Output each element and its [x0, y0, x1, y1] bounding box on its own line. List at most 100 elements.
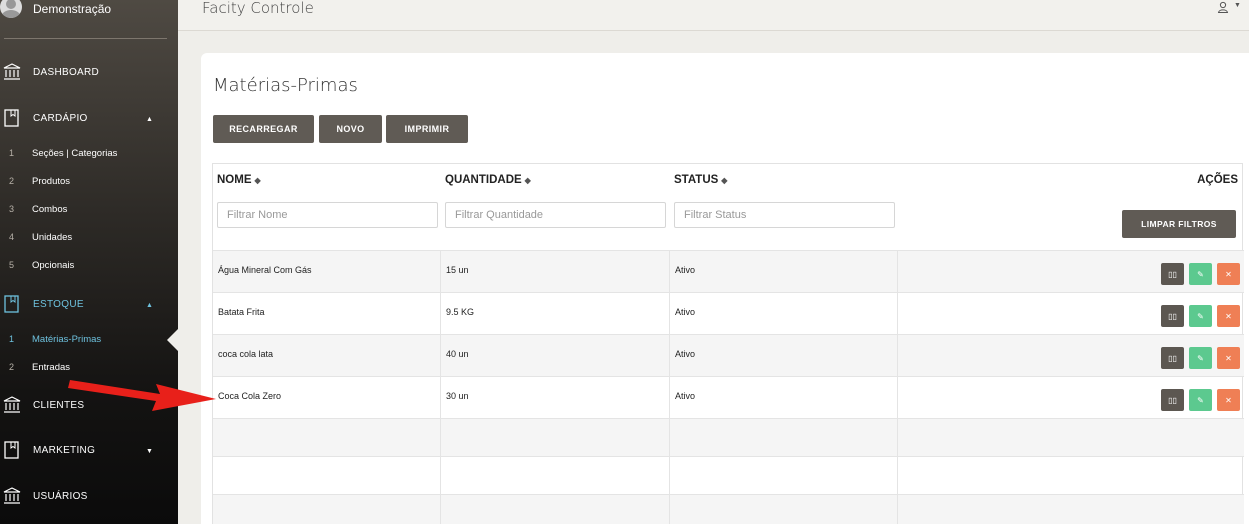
sidebar-subitem-materias-primas[interactable]: 1 Matérias-Primas — [0, 330, 178, 350]
sidebar-item-label: DASHBOARD — [33, 67, 100, 78]
clear-filters-button[interactable]: LIMPAR FILTROS — [1122, 210, 1236, 238]
empty-cell — [898, 457, 1244, 494]
edit-button[interactable]: ✎ — [1189, 305, 1212, 327]
table-row: Água Mineral Com Gás 15 un Ativo ▯▯ ✎ ✕ — [213, 250, 1244, 292]
sidebar-item-estoque[interactable]: ESTOQUE ▲ — [0, 289, 178, 319]
cell-name: Água Mineral Com Gás — [213, 251, 441, 292]
column-header-actions: AÇÕES — [1197, 174, 1238, 186]
empty-row — [213, 494, 1244, 524]
empty-cell — [898, 419, 1244, 456]
user-icon — [1217, 1, 1229, 13]
subitem-number: 3 — [9, 204, 15, 214]
close-icon: ✕ — [1225, 311, 1232, 321]
bank-icon — [3, 487, 21, 504]
sidebar-subitem-produtos[interactable]: 2 Produtos — [0, 172, 178, 192]
cell-actions: ▯▯ ✎ ✕ — [898, 377, 1244, 418]
empty-cell — [670, 495, 898, 524]
column-header-quantity[interactable]: QUANTIDADE ◆ — [445, 174, 531, 186]
sidebar-subitem-secoes[interactable]: 1 Seções | Categorias — [0, 144, 178, 164]
empty-cell — [441, 495, 670, 524]
sidebar-item-marketing[interactable]: MARKETING ▼ — [0, 435, 178, 465]
profile-divider — [4, 38, 167, 39]
user-menu[interactable]: ▼ — [1217, 1, 1241, 15]
columns-icon: ▯▯ — [1168, 395, 1177, 405]
cell-quantity: 40 un — [441, 335, 670, 376]
page-title: Matérias-Primas — [213, 75, 358, 96]
edit-button[interactable]: ✎ — [1189, 263, 1212, 285]
delete-button[interactable]: ✕ — [1217, 263, 1240, 285]
filter-status-input[interactable] — [674, 202, 895, 228]
avatar — [0, 0, 22, 18]
cell-status: Ativo — [670, 251, 898, 292]
chevron-up-icon: ▲ — [146, 116, 153, 123]
filter-quantity-input[interactable] — [445, 202, 666, 228]
column-header-label: QUANTIDADE — [445, 174, 522, 186]
cell-status: Ativo — [670, 335, 898, 376]
subitem-number: 2 — [9, 176, 15, 186]
profile-name: Demonstração — [33, 2, 112, 16]
table-row: coca cola lata 40 un Ativo ▯▯ ✎ ✕ — [213, 334, 1244, 376]
chevron-down-icon: ▼ — [146, 448, 153, 455]
book-icon — [4, 441, 19, 459]
subitem-label: Seções | Categorias — [32, 148, 118, 159]
view-button[interactable]: ▯▯ — [1161, 389, 1184, 411]
sidebar-item-label: MARKETING — [33, 445, 96, 456]
sort-icon: ◆ — [524, 176, 531, 185]
sidebar-item-label: ESTOQUE — [33, 299, 84, 310]
delete-button[interactable]: ✕ — [1217, 389, 1240, 411]
sidebar-subitem-opcionais[interactable]: 5 Opcionais — [0, 256, 178, 276]
materials-table: NOME◆ QUANTIDADE◆ STATUS◆ AÇÕES LIMPAR F… — [212, 163, 1244, 524]
delete-button[interactable]: ✕ — [1217, 347, 1240, 369]
sort-icon: ◆ — [254, 176, 261, 185]
table-row: Batata Frita 9.5 KG Ativo ▯▯ ✎ ✕ — [213, 292, 1244, 334]
sidebar-item-dashboard[interactable]: DASHBOARD — [0, 57, 178, 87]
cell-quantity: 30 un — [441, 377, 670, 418]
edit-button[interactable]: ✎ — [1189, 347, 1212, 369]
columns-icon: ▯▯ — [1168, 311, 1177, 321]
sort-icon: ◆ — [721, 176, 728, 185]
sidebar-subitem-unidades[interactable]: 4 Unidades — [0, 228, 178, 248]
close-icon: ✕ — [1225, 269, 1232, 279]
view-button[interactable]: ▯▯ — [1161, 305, 1184, 327]
column-header-name[interactable]: NOME ◆ — [217, 174, 261, 186]
empty-cell — [441, 419, 670, 456]
cell-quantity: 9.5 KG — [441, 293, 670, 334]
columns-icon: ▯▯ — [1168, 353, 1177, 363]
subitem-label: Matérias-Primas — [32, 334, 102, 345]
subitem-label: Opcionais — [32, 260, 75, 271]
delete-button[interactable]: ✕ — [1217, 305, 1240, 327]
sidebar-item-usuarios[interactable]: USUÁRIOS — [0, 481, 178, 511]
reload-button[interactable]: RECARREGAR — [213, 115, 314, 143]
subitem-number: 1 — [9, 334, 15, 344]
empty-row — [213, 418, 1244, 456]
empty-cell — [670, 419, 898, 456]
empty-cell — [441, 457, 670, 494]
filter-name-input[interactable] — [217, 202, 438, 228]
edit-button[interactable]: ✎ — [1189, 389, 1212, 411]
annotation-arrow — [68, 380, 216, 411]
chevron-up-icon: ▲ — [146, 302, 153, 309]
cell-quantity: 15 un — [441, 251, 670, 292]
empty-row — [213, 456, 1244, 494]
edit-icon: ✎ — [1197, 311, 1204, 321]
new-button[interactable]: NOVO — [319, 115, 382, 143]
empty-cell — [898, 495, 1244, 524]
caret-down-icon: ▼ — [1234, 2, 1241, 9]
column-header-label: STATUS — [674, 174, 719, 186]
sidebar-subitem-combos[interactable]: 3 Combos — [0, 200, 178, 220]
subitem-number: 1 — [9, 148, 15, 158]
view-button[interactable]: ▯▯ — [1161, 347, 1184, 369]
cell-name: Batata Frita — [213, 293, 441, 334]
view-button[interactable]: ▯▯ — [1161, 263, 1184, 285]
cell-name: coca cola lata — [213, 335, 441, 376]
main-card: Matérias-Primas RECARREGAR NOVO IMPRIMIR… — [201, 53, 1249, 524]
subitem-number: 2 — [9, 362, 15, 372]
close-icon: ✕ — [1225, 353, 1232, 363]
edit-icon: ✎ — [1197, 269, 1204, 279]
print-button[interactable]: IMPRIMIR — [386, 115, 468, 143]
column-header-label: NOME — [217, 174, 252, 186]
column-header-status[interactable]: STATUS ◆ — [674, 174, 727, 186]
sidebar-item-cardapio[interactable]: CARDÁPIO ▲ — [0, 103, 178, 133]
user-profile[interactable]: Demonstração — [0, 0, 178, 38]
cell-actions: ▯▯ ✎ ✕ — [898, 293, 1244, 334]
